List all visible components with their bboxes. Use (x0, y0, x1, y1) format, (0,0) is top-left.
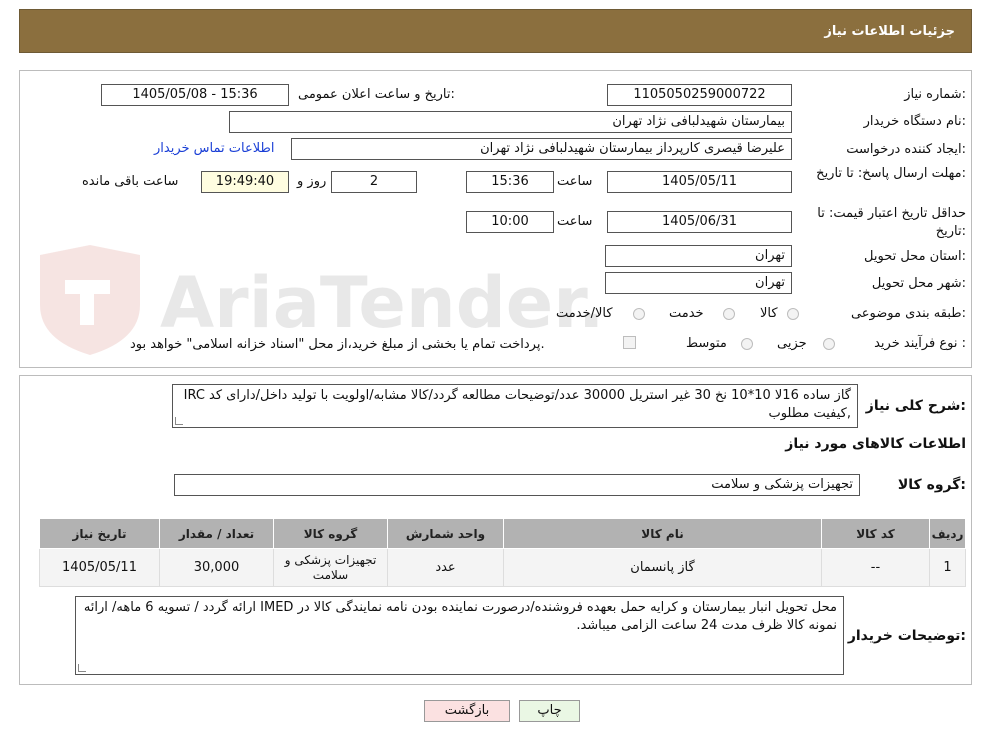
announce-date-label: تاریخ و ساعت اعلان عمومی: (298, 87, 455, 102)
buyer-org-label: نام دستگاه خریدار: (863, 114, 966, 129)
validity-time-field: 10:00 (466, 211, 554, 233)
col-code: کد کالا (821, 518, 930, 549)
col-date: تاریخ نیاز (39, 518, 160, 549)
deadline-time-label: ساعت (557, 174, 593, 189)
table-row[interactable]: 1 -- گاز پانسمان عدد تجهیزات پزشکی و سلا… (39, 548, 966, 587)
deadline-label: مهلت ارسال پاسخ: تا تاریخ: (816, 166, 966, 181)
creator-field: علیرضا قیصری کارپرداز بیمارستان شهیدلباف… (291, 138, 792, 160)
cell-name: گاز پانسمان (503, 548, 822, 587)
buyer-notes-label: توضیحات خریدار: (847, 628, 966, 644)
payment-note: پرداخت تمام یا بخشی از مبلغ خرید،از محل … (130, 337, 545, 352)
process-option-medium-label: متوسط (686, 336, 727, 351)
summary-text: گاز ساده 16لا 10*10 نخ 30 غیر استریل 300… (183, 388, 851, 421)
buyer-notes-textarea[interactable]: محل تحویل انبار بیمارستان و کرایه حمل بع… (75, 596, 844, 675)
back-button[interactable]: بازگشت (424, 700, 510, 722)
province-field: تهران (605, 245, 792, 267)
col-unit: واحد شمارش (387, 518, 504, 549)
city-field: تهران (605, 272, 792, 294)
creator-label: ایجاد کننده درخواست: (846, 142, 966, 157)
process-minor-radio[interactable] (823, 338, 835, 350)
process-label: نوع فرآیند خرید : (874, 336, 966, 351)
need-number-field: 1105050259000722 (607, 84, 792, 106)
resize-grip-icon[interactable] (78, 664, 86, 672)
goods-group-field: تجهیزات پزشکی و سلامت (174, 474, 860, 496)
print-button[interactable]: چاپ (519, 700, 580, 722)
page-title: جزئیات اطلاعات نیاز (824, 24, 955, 39)
goods-table-header: ردیف کد کالا نام کالا واحد شمارش گروه کا… (39, 518, 966, 549)
announce-date-field: 1405/05/08 - 15:36 (101, 84, 289, 106)
buyer-notes-text: محل تحویل انبار بیمارستان و کرایه حمل بع… (83, 600, 837, 633)
buyer-contact-link[interactable]: اطلاعات تماس خریدار (154, 141, 274, 156)
col-quantity: تعداد / مقدار (159, 518, 274, 549)
buyer-org-field: بیمارستان شهیدلبافی نژاد تهران (229, 111, 792, 133)
category-option-goods-label: کالا (760, 306, 778, 321)
col-row: ردیف (929, 518, 966, 549)
category-both-radio[interactable] (633, 308, 645, 320)
category-service-radio[interactable] (723, 308, 735, 320)
category-goods-radio[interactable] (787, 308, 799, 320)
cell-quantity: 30,000 (159, 548, 274, 587)
goods-group-label: گروه کالا: (897, 477, 966, 493)
city-label: شهر محل تحویل: (871, 276, 966, 291)
category-option-both-label: کالا/خدمت (556, 306, 613, 321)
validity-label: حداقل تاریخ اعتبار قیمت: تا تاریخ: (817, 206, 966, 239)
goods-table: ردیف کد کالا نام کالا واحد شمارش گروه کا… (39, 518, 966, 587)
deadline-date-field: 1405/05/11 (607, 171, 792, 193)
category-option-service[interactable]: خدمت (669, 306, 704, 321)
col-name: نام کالا (503, 518, 822, 549)
treasury-payment-checkbox[interactable] (623, 336, 636, 349)
process-option-medium[interactable]: متوسط (686, 336, 727, 351)
category-option-service-label: خدمت (669, 306, 704, 321)
remaining-time-field: 19:49:40 (201, 171, 289, 193)
category-option-both[interactable]: کالا/خدمت (556, 306, 613, 321)
deadline-time-field: 15:36 (466, 171, 554, 193)
category-option-goods[interactable]: کالا (760, 306, 778, 321)
process-option-minor-label: جزیی (777, 336, 807, 351)
validity-time-label: ساعت (557, 214, 593, 229)
goods-info-title: اطلاعات کالاهای مورد نیاز (785, 436, 966, 452)
page-header: جزئیات اطلاعات نیاز (19, 9, 972, 53)
need-number-label: شماره نیاز: (904, 87, 966, 102)
days-label: روز و (297, 174, 327, 189)
cell-group: تجهیزات پزشکی و سلامت (273, 548, 388, 587)
validity-date-field: 1405/06/31 (607, 211, 792, 233)
cell-unit: عدد (387, 548, 504, 587)
days-field: 2 (331, 171, 417, 193)
process-option-minor[interactable]: جزیی (777, 336, 807, 351)
resize-grip-icon[interactable] (175, 417, 183, 425)
cell-row: 1 (929, 548, 966, 587)
goods-table-wrapper: ردیف کد کالا نام کالا واحد شمارش گروه کا… (39, 518, 966, 587)
summary-label: شرح کلی نیاز: (865, 398, 966, 414)
process-medium-radio[interactable] (741, 338, 753, 350)
cell-code: -- (821, 548, 930, 587)
cell-date: 1405/05/11 (39, 548, 160, 587)
col-group: گروه کالا (273, 518, 388, 549)
remaining-time-label: ساعت باقی مانده (82, 174, 179, 189)
province-label: استان محل تحویل: (864, 249, 966, 264)
category-label: طبقه بندی موضوعی: (850, 306, 966, 321)
summary-textarea[interactable]: گاز ساده 16لا 10*10 نخ 30 غیر استریل 300… (172, 384, 858, 428)
